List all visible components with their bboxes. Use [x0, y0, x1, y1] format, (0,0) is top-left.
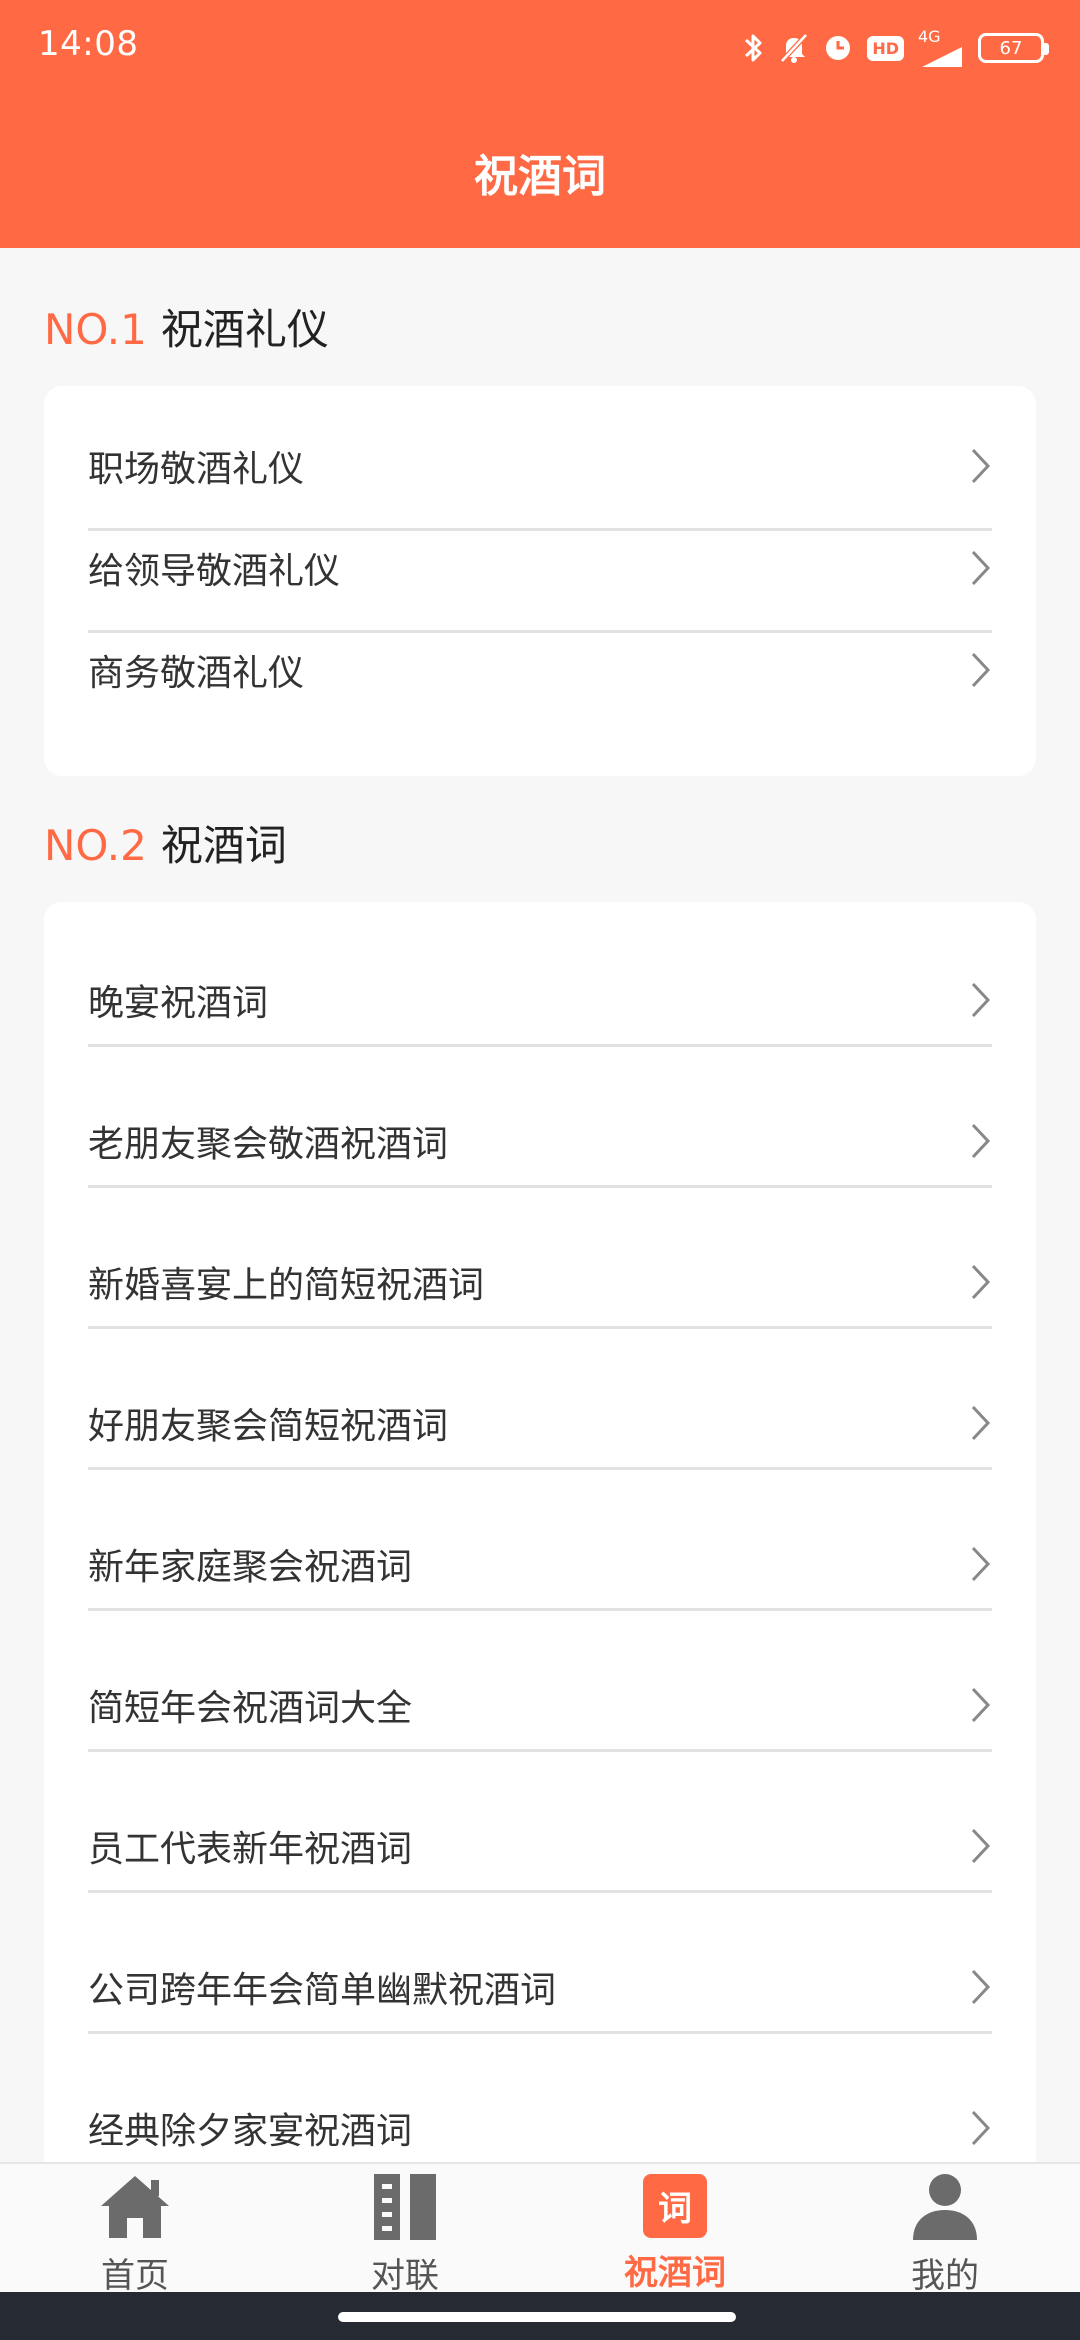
tab-couplet[interactable]: 对联 [270, 2164, 540, 2296]
tab-label: 祝酒词 [624, 2253, 726, 2293]
status-bar: 14:08 HD 4G 67 [0, 0, 1080, 96]
divider [88, 2031, 992, 2034]
tab-label: 我的 [911, 2256, 979, 2296]
divider [88, 1185, 992, 1188]
list-item-label: 公司跨年年会简单幽默祝酒词 [88, 1970, 557, 2011]
chevron-right-icon [971, 2110, 991, 2146]
app-header: 14:08 HD 4G 67 祝酒词 [0, 0, 1080, 248]
divider [88, 1044, 992, 1047]
chevron-right-icon [971, 550, 991, 586]
alarm-clock-icon [823, 33, 853, 63]
network-type-label: 4G [918, 27, 941, 46]
hd-badge: HD [867, 35, 904, 61]
chevron-right-icon [971, 1969, 991, 2005]
home-indicator[interactable] [338, 2312, 736, 2322]
chevron-right-icon [971, 448, 991, 484]
list-item[interactable]: 职场敬酒礼仪 [88, 438, 992, 494]
tab-label: 对联 [371, 2256, 439, 2296]
section-number: NO.1 [44, 305, 147, 354]
bottom-tab-bar: 首页 对联 词 祝酒词 我的 [0, 2162, 1080, 2296]
list-item[interactable]: 经典除夕家宴祝酒词 [88, 2100, 992, 2156]
list-item-label: 新婚喜宴上的简短祝酒词 [88, 1265, 485, 1306]
section-title: 祝酒礼仪 [160, 305, 329, 354]
list-item-label: 员工代表新年祝酒词 [88, 1829, 413, 1870]
list-item-label: 给领导敬酒礼仪 [88, 551, 341, 592]
page-title: 祝酒词 [474, 151, 606, 202]
tab-label: 首页 [101, 2256, 169, 2296]
divider [88, 630, 992, 633]
divider [88, 1890, 992, 1893]
chevron-right-icon [971, 1123, 991, 1159]
list-item-label: 好朋友聚会简短祝酒词 [88, 1406, 449, 1447]
chevron-right-icon [971, 1405, 991, 1441]
signal-bars-icon [922, 47, 962, 67]
list-item[interactable]: 给领导敬酒礼仪 [88, 540, 992, 596]
chevron-right-icon [971, 1828, 991, 1864]
list-item-label: 经典除夕家宴祝酒词 [88, 2111, 413, 2152]
list-item[interactable]: 好朋友聚会简短祝酒词 [88, 1395, 992, 1451]
profile-icon [913, 2174, 977, 2240]
list-item[interactable]: 新年家庭聚会祝酒词 [88, 1536, 992, 1592]
couplet-icon [374, 2174, 436, 2240]
section-title: 祝酒词 [160, 821, 287, 870]
cellular-signal: 4G [918, 29, 964, 67]
home-icon [101, 2176, 169, 2238]
list-item[interactable]: 晚宴祝酒词 [88, 972, 992, 1028]
battery-level: 67 [999, 37, 1023, 59]
list-item-label: 职场敬酒礼仪 [88, 449, 305, 490]
list-item-label: 老朋友聚会敬酒祝酒词 [88, 1124, 449, 1165]
list-item[interactable]: 商务敬酒礼仪 [88, 642, 992, 698]
chevron-right-icon [971, 982, 991, 1018]
chevron-right-icon [971, 652, 991, 688]
list-item[interactable]: 简短年会祝酒词大全 [88, 1677, 992, 1733]
divider [88, 1326, 992, 1329]
section-heading-toasts: NO.2 祝酒词 [44, 812, 287, 873]
list-item-label: 新年家庭聚会祝酒词 [88, 1547, 413, 1588]
divider [88, 1608, 992, 1611]
list-item-label: 商务敬酒礼仪 [88, 653, 305, 694]
status-time: 14:08 [38, 24, 139, 64]
chevron-right-icon [971, 1546, 991, 1582]
list-item[interactable]: 新婚喜宴上的简短祝酒词 [88, 1254, 992, 1310]
section-number: NO.2 [44, 821, 147, 870]
tab-home[interactable]: 首页 [0, 2164, 270, 2296]
mute-bell-icon [779, 32, 809, 64]
list-item[interactable]: 老朋友聚会敬酒祝酒词 [88, 1113, 992, 1169]
bluetooth-icon [743, 31, 765, 65]
list-item[interactable]: 员工代表新年祝酒词 [88, 1818, 992, 1874]
etiquette-card: 职场敬酒礼仪 给领导敬酒礼仪 商务敬酒礼仪 [44, 386, 1036, 776]
toasts-card: 晚宴祝酒词 老朋友聚会敬酒祝酒词 新婚喜宴上的简短祝酒词 好朋友聚会简短祝酒词 … [44, 902, 1036, 2162]
section-heading-etiquette: NO.1 祝酒礼仪 [44, 296, 329, 357]
battery-indicator: 67 [978, 33, 1049, 63]
list-item-label: 简短年会祝酒词大全 [88, 1688, 413, 1729]
tab-profile[interactable]: 我的 [810, 2164, 1080, 2296]
list-item-label: 晚宴祝酒词 [88, 983, 269, 1024]
divider [88, 528, 992, 531]
divider [88, 1749, 992, 1752]
tab-toast-words[interactable]: 词 祝酒词 [540, 2164, 810, 2294]
chevron-right-icon [971, 1264, 991, 1300]
chevron-right-icon [971, 1687, 991, 1723]
list-item[interactable]: 公司跨年年会简单幽默祝酒词 [88, 1959, 992, 2015]
divider [88, 1467, 992, 1470]
ci-icon: 词 [643, 2173, 707, 2238]
system-nav-bar [0, 2292, 1080, 2340]
status-icons: HD 4G 67 [743, 28, 1049, 68]
